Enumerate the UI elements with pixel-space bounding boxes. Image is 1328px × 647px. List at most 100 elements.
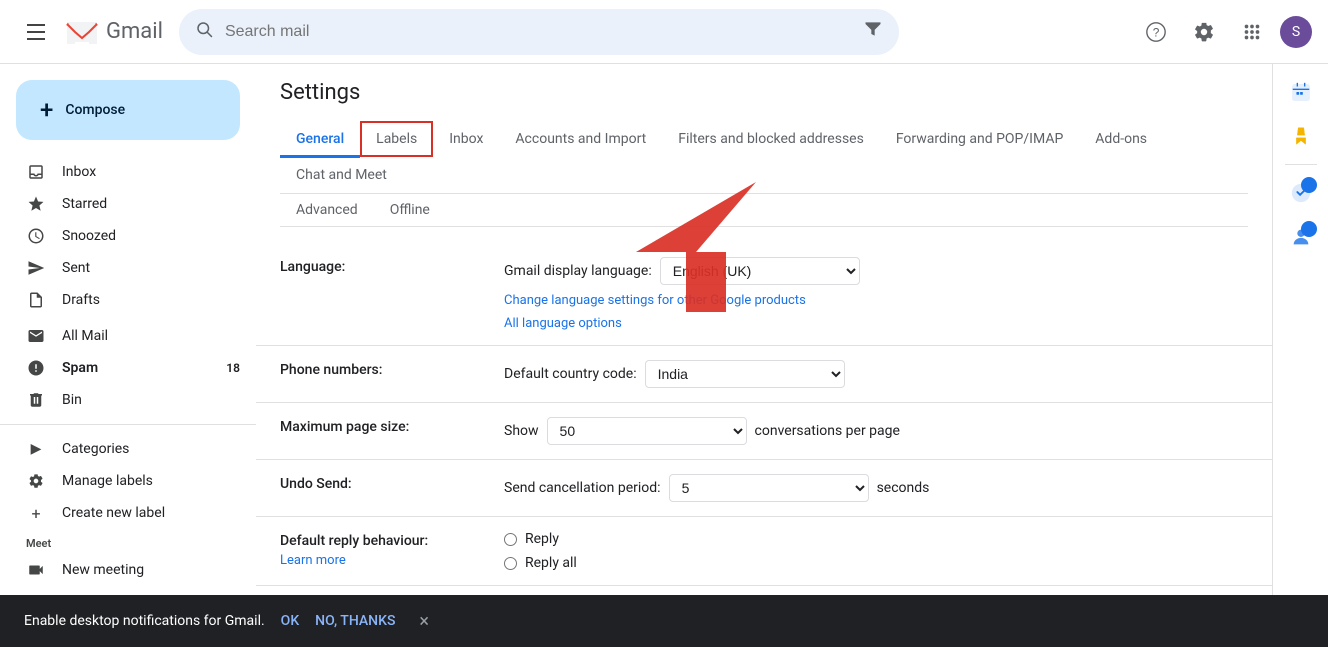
phone-row: Phone numbers: Default country code: Ind… [256,346,1272,403]
default-reply-learn-more[interactable]: Learn more [280,553,480,568]
sidebar-item-all-mail[interactable]: All Mail [0,320,256,352]
meet-section-label: Meet [0,529,256,554]
language-link-2[interactable]: All language options [504,316,1248,331]
sidebar-item-sent[interactable]: Sent [0,252,256,284]
filter-icon[interactable] [863,19,883,44]
sidebar-item-label: Drafts [62,292,100,308]
topbar-right: ? S [1136,12,1312,52]
search-bar [179,9,899,55]
sidebar-item-label: Sent [62,260,90,276]
topbar: Gmail ? S [0,0,1328,64]
settings-container: Settings General Labels Inbox Accounts a… [256,64,1272,227]
right-divider [1285,164,1317,165]
undo-send-suffix: seconds [877,480,930,496]
gmail-logo-icon [64,14,100,50]
sidebar-item-snoozed[interactable]: Snoozed [0,220,256,252]
chevron-right-icon: ▶ [26,441,46,457]
video-icon [26,561,46,579]
sidebar-item-create-label[interactable]: + Create new label [0,497,256,529]
tasks-icon-button[interactable] [1281,173,1321,213]
menu-button[interactable] [16,12,56,52]
sub-tab-offline[interactable]: Offline [374,194,446,226]
language-link-1[interactable]: Change language settings for other Googl… [504,293,1248,308]
phone-select[interactable]: India United States United Kingdom [645,360,845,388]
search-input[interactable] [225,23,851,41]
settings-button[interactable] [1184,12,1224,52]
page-size-select[interactable]: 10 25 50 100 [547,417,747,445]
page-size-row: Maximum page size: Show 10 25 50 100 con… [256,403,1272,460]
language-select[interactable]: English (UK) English (US) Hindi [660,257,860,285]
default-reply-label: Default reply behaviour: Learn more [280,531,480,568]
tab-general[interactable]: General [280,121,360,157]
default-reply-row: Default reply behaviour: Learn more Repl… [256,517,1272,586]
apps-button[interactable] [1232,12,1272,52]
content-scroll: Settings General Labels Inbox Accounts a… [256,64,1272,647]
right-sidebar [1272,64,1328,647]
compose-button[interactable]: + Compose [16,80,240,140]
page-size-prefix: Show [504,423,539,439]
settings-tabs: General Labels Inbox Accounts and Import… [280,121,1248,194]
snooze-icon [26,227,46,245]
gmail-logo-text: Gmail [106,19,163,44]
language-label: Language: [280,257,480,275]
contacts-icon-button[interactable] [1281,217,1321,257]
reply-radio-row: Reply [504,531,1248,547]
undo-send-row: Undo Send: Send cancellation period: 5 1… [256,460,1272,517]
sidebar-divider [0,424,256,425]
sub-tab-advanced[interactable]: Advanced [280,194,374,226]
page-size-suffix: conversations per page [755,423,900,439]
draft-icon [26,291,46,309]
default-reply-value: Reply Reply all [504,531,1248,571]
reply-all-radio-row: Reply all [504,555,1248,571]
notification-ok-button[interactable]: OK [281,613,300,629]
spam-count: 18 [226,361,240,375]
tab-labels[interactable]: Labels [360,121,433,157]
sidebar-item-bin[interactable]: Bin [0,384,256,416]
tab-chat[interactable]: Chat and Meet [280,157,403,193]
tab-inbox[interactable]: Inbox [433,121,499,157]
tab-forwarding[interactable]: Forwarding and POP/IMAP [880,121,1079,157]
tab-addons[interactable]: Add-ons [1079,121,1163,157]
notification-close-button[interactable]: × [419,611,429,632]
reply-radio[interactable] [504,533,517,546]
sidebar-item-new-meeting[interactable]: New meeting [0,554,256,586]
settings-title: Settings [280,80,1248,105]
language-row: Language: Gmail display language: Englis… [256,243,1272,346]
plus-icon: + [26,504,46,523]
language-field-label: Gmail display language: [504,263,652,279]
phone-label: Phone numbers: [280,360,480,378]
undo-send-select[interactable]: 5 10 20 30 [669,474,869,502]
sidebar-item-categories[interactable]: ▶ Categories [0,433,256,465]
undo-send-value: Send cancellation period: 5 10 20 30 sec… [504,474,1248,502]
sidebar-item-label: Inbox [62,164,96,180]
avatar[interactable]: S [1280,16,1312,48]
sidebar-item-label: Create new label [62,505,165,521]
sidebar-item-manage-labels[interactable]: Manage labels [0,465,256,497]
settings-content: Language: Gmail display language: Englis… [256,227,1272,647]
undo-send-label: Undo Send: [280,474,480,492]
phone-value: Default country code: India United State… [504,360,1248,388]
calendar-icon-button[interactable] [1281,72,1321,112]
sidebar-item-label: Snoozed [62,228,116,244]
sidebar-item-label: Spam [62,360,98,376]
svg-text:?: ? [1153,25,1160,39]
reply-all-radio[interactable] [504,557,517,570]
page-size-label: Maximum page size: [280,417,480,435]
gmail-logo: Gmail [64,14,163,50]
contacts-badge [1301,221,1317,237]
spam-icon [26,359,46,377]
sidebar: + Compose Inbox Starred Snoozed S [0,64,256,647]
sidebar-item-inbox[interactable]: Inbox [0,156,256,188]
trash-icon [26,391,46,409]
notification-no-button[interactable]: No, thanks [315,613,395,629]
sidebar-item-drafts[interactable]: Drafts [0,284,256,316]
gear-icon [26,473,46,489]
keep-icon-button[interactable] [1281,116,1321,156]
tab-filters[interactable]: Filters and blocked addresses [662,121,880,157]
help-button[interactable]: ? [1136,12,1176,52]
sidebar-item-spam[interactable]: Spam 18 [0,352,256,384]
undo-send-prefix: Send cancellation period: [504,480,661,496]
star-icon [26,195,46,213]
tab-accounts[interactable]: Accounts and Import [499,121,662,157]
sidebar-item-starred[interactable]: Starred [0,188,256,220]
